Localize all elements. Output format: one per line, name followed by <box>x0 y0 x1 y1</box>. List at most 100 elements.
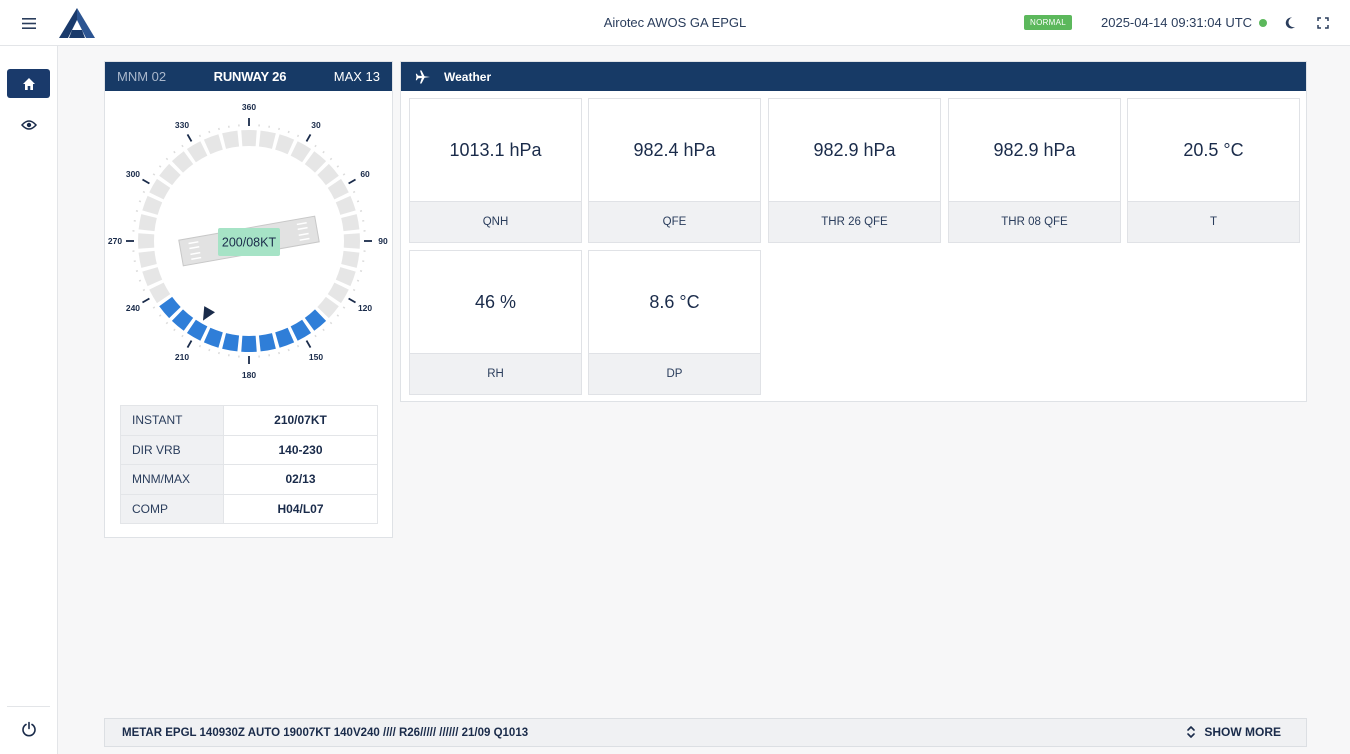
rose-minor-tick <box>356 200 360 203</box>
wind-table: INSTANT 210/07KT DIR VRB 140-230 MNM/MAX 02… <box>120 405 378 524</box>
metar-bar: METAR EPGL 140930Z AUTO 19007KT 140V240 … <box>104 718 1307 747</box>
wind-rose: 360 30 60 90 120 150 180 210 240 270 300 330 200/08… <box>108 102 388 380</box>
tile-value: 46 % <box>410 251 581 354</box>
rose-minor-tick <box>336 314 340 317</box>
hamburger-menu-icon[interactable] <box>18 13 40 33</box>
rose-segment <box>327 178 349 200</box>
rose-minor-tick <box>322 150 325 154</box>
rose-degree-label: 270 <box>108 236 122 246</box>
rose-segment <box>317 296 339 319</box>
rose-minor-tick <box>342 306 346 309</box>
fullscreen-icon[interactable] <box>1316 15 1330 31</box>
rose-minor-tick <box>296 344 300 348</box>
rose-major-tick <box>186 134 193 142</box>
weather-tile-temperature: 20.5 °C T <box>1127 98 1300 243</box>
rose-segment <box>275 134 295 155</box>
tile-label: QFE <box>589 202 760 242</box>
rose-segment <box>159 163 181 186</box>
rose-segment <box>149 282 171 304</box>
tile-label: THR 08 QFE <box>949 202 1120 242</box>
rose-segment <box>186 319 208 341</box>
rose-segment <box>341 250 360 268</box>
rose-minor-tick <box>198 134 202 138</box>
chevron-up-down-icon <box>1187 726 1196 738</box>
rose-major-tick <box>186 340 193 348</box>
rose-segment <box>222 333 240 352</box>
rose-minor-tick <box>352 190 356 194</box>
rose-minor-tick <box>138 279 142 282</box>
rose-minor-tick <box>352 288 356 292</box>
rose-segment <box>142 195 163 215</box>
rose-major-tick <box>305 340 312 348</box>
rose-minor-tick <box>287 348 290 352</box>
rose-minor-tick <box>208 348 211 352</box>
tile-label: T <box>1128 202 1299 242</box>
airplane-icon <box>415 70 430 83</box>
rose-segment <box>171 151 194 173</box>
rose-minor-tick <box>296 134 300 138</box>
rose-segment <box>343 233 360 249</box>
rose-minor-tick <box>314 144 317 148</box>
tile-value: 20.5 °C <box>1128 99 1299 202</box>
rose-segment <box>275 327 295 348</box>
tile-label: QNH <box>410 202 581 242</box>
rose-degree-label: 300 <box>126 169 140 179</box>
rose-minor-tick <box>135 209 139 212</box>
rose-segment <box>138 250 157 268</box>
rose-segment <box>341 214 360 232</box>
tile-value: 982.9 hPa <box>949 99 1120 202</box>
wind-row-value: 02/13 <box>223 464 378 495</box>
wind-panel: MNM 02 RUNWAY 26 MAX 13 360 30 60 90 120 150 1… <box>104 61 393 538</box>
tile-value: 8.6 °C <box>589 251 760 354</box>
current-wind-label: 200/08KT <box>222 236 277 250</box>
rose-minor-tick <box>359 270 363 273</box>
rose-degree-label: 360 <box>242 102 256 112</box>
wind-row-label: COMP <box>120 493 224 524</box>
eye-icon[interactable] <box>7 110 50 139</box>
rose-minor-tick <box>329 157 333 161</box>
tile-label: DP <box>589 354 760 394</box>
wind-maximum: MAX 13 <box>333 69 380 84</box>
rose-minor-tick <box>173 150 176 154</box>
rose-minor-tick <box>217 127 220 131</box>
rose-segment <box>142 267 163 287</box>
rose-minor-tick <box>329 321 333 325</box>
utc-clock: 2025-04-14 09:31:04 UTC <box>1101 15 1253 30</box>
power-icon[interactable] <box>7 714 50 743</box>
sidebar <box>0 46 58 754</box>
tile-value: 982.4 hPa <box>589 99 760 202</box>
rose-segment <box>335 267 356 287</box>
rose-minor-tick <box>181 144 184 148</box>
rose-segment <box>203 327 223 348</box>
top-bar: Airotec AWOS GA EPGL NORMAL 2025-04-14 0… <box>0 0 1350 46</box>
rose-degree-label: 30 <box>311 120 321 130</box>
rose-minor-tick <box>336 165 340 168</box>
airotec-logo[interactable] <box>56 6 98 40</box>
tile-label: RH <box>410 354 581 394</box>
wind-direction-arrow <box>203 306 215 321</box>
weather-tile-qfe: 982.4 hPa QFE <box>588 98 761 243</box>
rose-major-tick <box>348 178 356 185</box>
show-more-button[interactable]: SHOW MORE <box>1186 725 1281 739</box>
moon-icon[interactable] <box>1283 15 1297 31</box>
rose-segment <box>149 178 171 200</box>
weather-tile-dewpoint: 8.6 °C DP <box>588 250 761 395</box>
rose-minor-tick <box>278 351 281 355</box>
rose-minor-tick <box>359 209 363 212</box>
rose-segment <box>186 141 208 163</box>
tile-label: THR 26 QFE <box>769 202 940 242</box>
rose-segment <box>290 141 312 163</box>
rose-degree-label: 120 <box>358 303 372 313</box>
rose-segment <box>241 130 257 147</box>
rose-segment <box>304 151 327 173</box>
weather-panel-header: Weather <box>401 62 1306 91</box>
rose-minor-tick <box>135 270 139 273</box>
rose-segment <box>258 130 276 149</box>
weather-panel: Weather 1013.1 hPa QNH 982.4 hPa QFE 982… <box>400 61 1307 402</box>
rose-degree-label: 150 <box>309 352 323 362</box>
weather-title: Weather <box>444 69 492 84</box>
wind-row-value: 140-230 <box>223 434 378 465</box>
home-icon[interactable] <box>7 69 50 98</box>
table-row: DIR VRB 140-230 <box>120 434 378 465</box>
connection-status-dot <box>1259 19 1267 27</box>
